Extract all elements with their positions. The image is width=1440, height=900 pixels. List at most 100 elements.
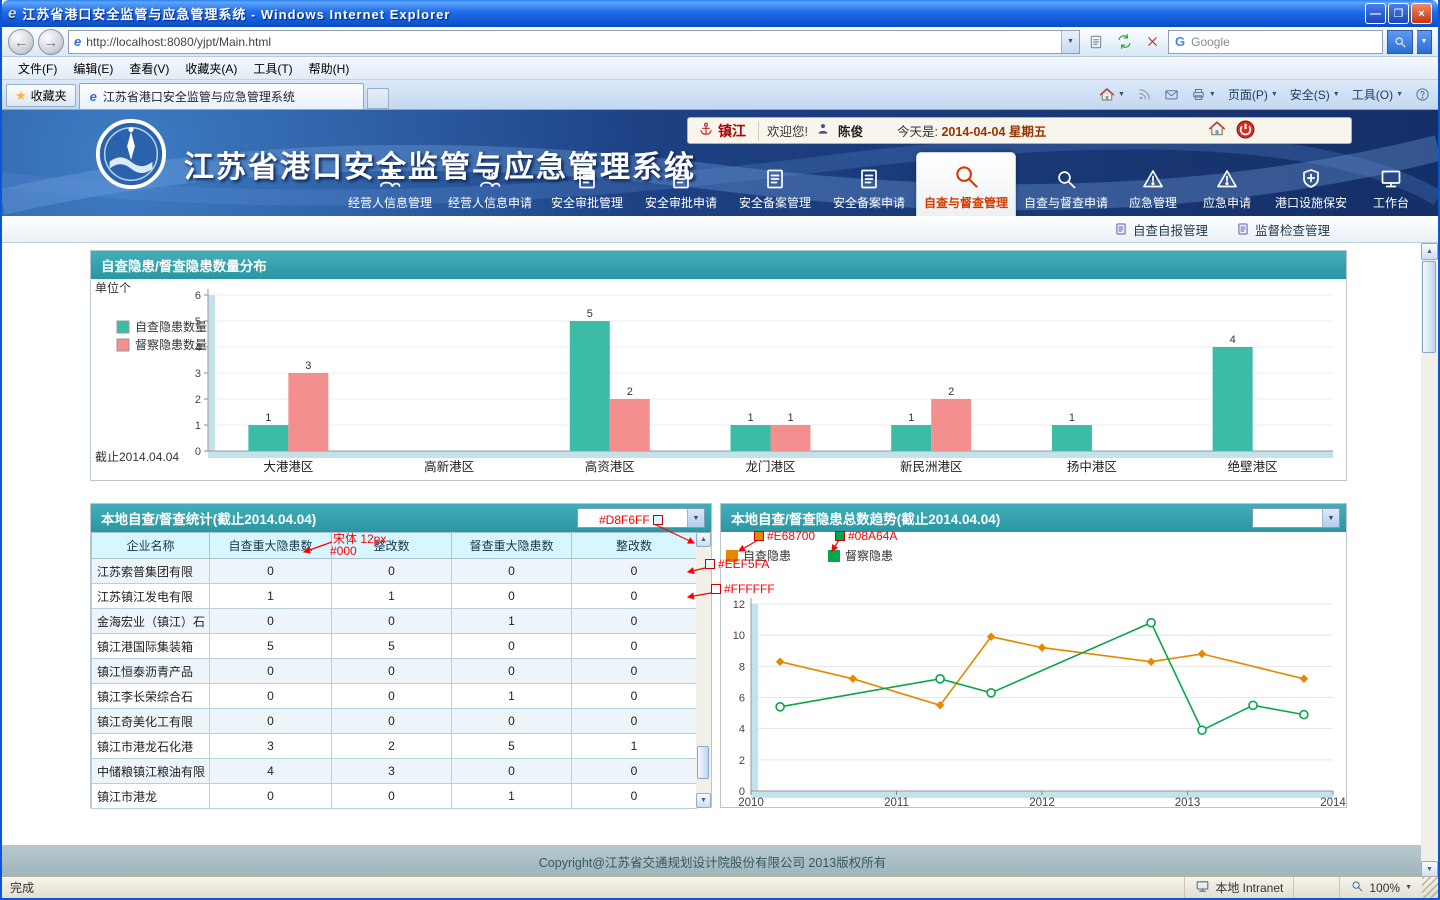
svg-text:2: 2 xyxy=(739,755,745,767)
logout-icon[interactable] xyxy=(1236,120,1255,142)
stats-value-cell: 0 xyxy=(572,784,697,809)
page-scroll-thumb[interactable] xyxy=(1422,261,1436,353)
svg-text:0: 0 xyxy=(195,446,201,458)
nav-item-12[interactable]: 工作台 xyxy=(1358,158,1424,216)
new-tab-button[interactable] xyxy=(367,88,389,109)
scroll-down-icon[interactable]: ▼ xyxy=(696,793,711,808)
stats-value-cell: 0 xyxy=(572,609,697,634)
nav-item-11[interactable]: 港口设施保安 xyxy=(1264,158,1358,216)
svg-text:12: 12 xyxy=(733,599,745,611)
resize-grip[interactable] xyxy=(1422,877,1438,898)
nav-item-label: 经营人信息管理 xyxy=(348,194,432,211)
close-button[interactable]: × xyxy=(1411,3,1432,24)
subnav-item-2[interactable]: 监督检查管理 xyxy=(1236,220,1330,239)
table-scrollbar[interactable]: ▲ ▼ xyxy=(696,532,711,808)
nav-item-10[interactable]: 应急申请 xyxy=(1190,158,1264,216)
svg-text:2012: 2012 xyxy=(1029,797,1055,808)
address-dropdown-button[interactable]: ▼ xyxy=(1061,31,1079,53)
feeds-button[interactable] xyxy=(1133,85,1156,104)
home-button[interactable]: ▼ xyxy=(1095,85,1129,105)
stats-value-cell: 5 xyxy=(332,634,452,659)
address-toolbar: ← → e http://localhost:8080/yjpt/Main.ht… xyxy=(2,27,1438,57)
mail-button[interactable] xyxy=(1160,85,1183,104)
menu-item-2[interactable]: 查看(V) xyxy=(121,57,177,80)
print-button[interactable]: ▼ xyxy=(1187,85,1220,104)
svg-text:4: 4 xyxy=(1230,334,1236,346)
magnifier-icon xyxy=(951,161,981,191)
print-icon xyxy=(1191,87,1206,102)
svg-text:3: 3 xyxy=(305,360,311,372)
trend-filter-select[interactable]: ▼ xyxy=(1252,508,1340,528)
menu-item-4[interactable]: 工具(T) xyxy=(245,57,300,80)
scroll-down-icon[interactable]: ▼ xyxy=(1421,861,1438,876)
trend-line-chart: 自查隐患督察隐患02468101220102011201220132014 xyxy=(721,532,1346,808)
stats-value-cell: 5 xyxy=(452,734,572,759)
nav-item-9[interactable]: 应急管理 xyxy=(1116,158,1190,216)
doc-icon xyxy=(669,167,693,191)
toolbar-button-1[interactable]: 安全(S)▼ xyxy=(1286,84,1344,105)
stats-value-cell: 0 xyxy=(572,709,697,734)
toolbar-button-0[interactable]: 页面(P)▼ xyxy=(1224,84,1282,105)
menu-item-1[interactable]: 编辑(E) xyxy=(65,57,121,80)
protected-mode-segment xyxy=(1293,877,1339,898)
menu-item-3[interactable]: 收藏夹(A) xyxy=(177,57,245,80)
page-scrollbar[interactable]: ▲ ▼ xyxy=(1421,243,1438,876)
zoom-control[interactable]: 100% ▼ xyxy=(1339,877,1422,898)
search-input[interactable]: G Google xyxy=(1168,30,1383,54)
table-scroll-thumb[interactable] xyxy=(697,746,709,779)
nav-item-6[interactable]: 安全备案申请 xyxy=(822,158,916,216)
svg-text:自查隐患: 自查隐患 xyxy=(743,549,791,563)
search-dropdown-button[interactable]: ▼ xyxy=(1417,30,1432,54)
trend-panel-title: 本地自查/督查隐患总数趋势(截止2014.04.04) xyxy=(731,508,1000,528)
menu-item-0[interactable]: 文件(F) xyxy=(10,57,65,80)
nav-item-label: 安全备案管理 xyxy=(739,194,811,211)
stats-value-cell: 5 xyxy=(210,634,332,659)
subnav-item-1[interactable]: 自查自报管理 xyxy=(1114,220,1208,239)
nav-item-1[interactable]: 经营人信息管理 xyxy=(340,158,440,216)
favorites-button[interactable]: ★ 收藏夹 xyxy=(6,84,76,107)
favorites-label: 收藏夹 xyxy=(31,87,67,104)
nav-item-7[interactable]: 自查与督查管理 xyxy=(916,152,1016,216)
date-display: 今天是: 2014-04-04 星期五 xyxy=(897,121,1046,140)
help-icon xyxy=(1415,87,1430,102)
minimize-button[interactable]: — xyxy=(1365,3,1386,24)
user-info-bar: 镇江 欢迎您! 陈俊 今天是: 2014-04-04 星期五 xyxy=(687,117,1352,144)
stats-row: 镇江市港龙0010 xyxy=(92,784,697,809)
maximize-button[interactable]: ❐ xyxy=(1388,3,1409,24)
home-icon[interactable] xyxy=(1208,120,1226,141)
doc-icon xyxy=(1236,222,1250,236)
nav-item-2[interactable]: 经营人信息申请 xyxy=(440,158,540,216)
scroll-up-icon[interactable]: ▲ xyxy=(1421,243,1438,260)
help-button[interactable] xyxy=(1411,85,1434,104)
svg-text:新民洲港区: 新民洲港区 xyxy=(900,459,963,474)
forward-button[interactable]: → xyxy=(38,29,64,55)
magnifier-icon xyxy=(1054,167,1078,191)
stats-value-cell: 3 xyxy=(332,759,452,784)
stats-column-header: 企业名称 xyxy=(92,533,210,559)
menu-item-5[interactable]: 帮助(H) xyxy=(301,57,358,80)
distribution-chart-title: 自查隐患/督查隐患数量分布 xyxy=(91,251,1346,279)
tab-title: 江苏省港口安全监管与应急管理系统 xyxy=(103,88,295,105)
refresh-button[interactable] xyxy=(1112,30,1136,54)
search-button[interactable] xyxy=(1387,30,1413,54)
address-bar[interactable]: e http://localhost:8080/yjpt/Main.html ▼ xyxy=(68,30,1080,54)
stop-button[interactable] xyxy=(1140,30,1164,54)
back-button[interactable]: ← xyxy=(8,29,34,55)
page-tab[interactable]: e 江苏省港口安全监管与应急管理系统 xyxy=(79,83,364,109)
nav-item-3[interactable]: 安全审批管理 xyxy=(540,158,634,216)
stats-value-cell: 1 xyxy=(452,609,572,634)
nav-item-8[interactable]: 自查与督查申请 xyxy=(1016,158,1116,216)
stats-header-row: 企业名称自查重大隐患数整改数督查重大隐患数整改数 xyxy=(92,533,697,559)
compatibility-view-button[interactable] xyxy=(1084,30,1108,54)
nav-item-label: 安全审批管理 xyxy=(551,194,623,211)
stats-value-cell: 0 xyxy=(452,659,572,684)
nav-item-5[interactable]: 安全备案管理 xyxy=(728,158,822,216)
security-zone: 本地 Intranet xyxy=(1184,877,1293,898)
toolbar-button-2[interactable]: 工具(O)▼ xyxy=(1348,84,1407,105)
stats-filter-select[interactable]: ▼ xyxy=(577,508,705,528)
scroll-up-icon[interactable]: ▲ xyxy=(696,532,711,547)
subnav-item-label: 自查自报管理 xyxy=(1133,220,1208,239)
window-titlebar: e 江苏省港口安全监管与应急管理系统 - Windows Internet Ex… xyxy=(2,0,1438,27)
nav-item-label: 应急管理 xyxy=(1129,194,1177,211)
nav-item-4[interactable]: 安全审批申请 xyxy=(634,158,728,216)
